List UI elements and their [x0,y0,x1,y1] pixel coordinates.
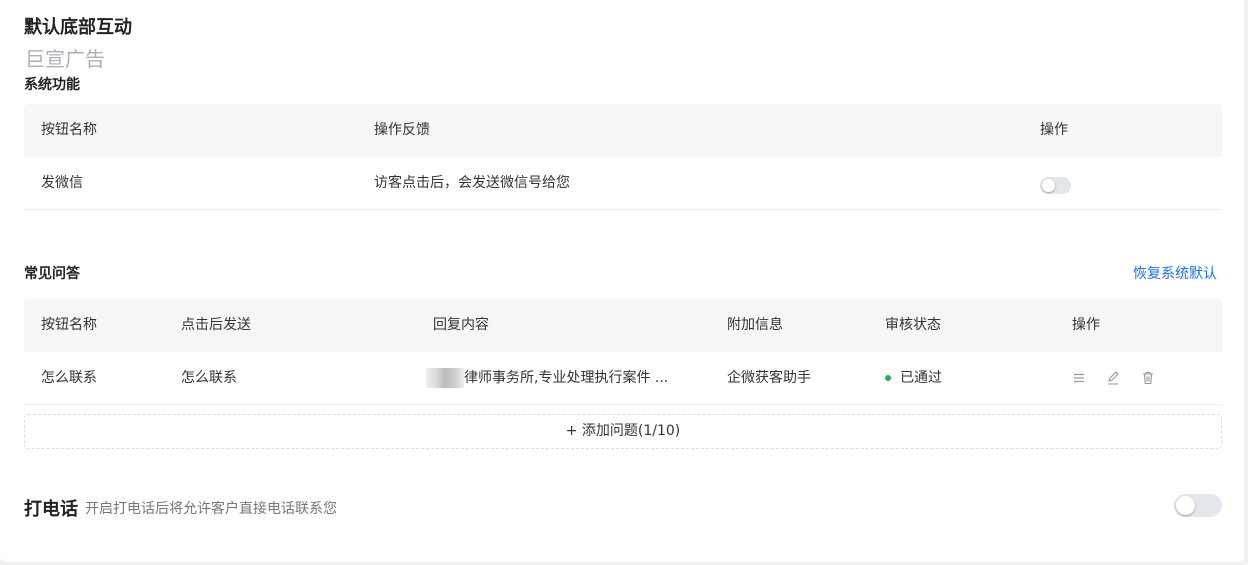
column-header: 附加信息 [727,317,783,333]
add-question-button[interactable]: + 添加问题(1/10) [24,414,1222,449]
column-header: 操作 [1040,122,1068,138]
table-row: 怎么联系 怎么联系 律师事务所,专业处理执行案件 ... 企微获客助手 已通过 [24,352,1222,405]
faq-table: 按钮名称 点击后发送 回复内容 附加信息 审核状态 操作 怎么联系 怎么联系 律… [24,299,1222,405]
system-table: 按钮名称 操作反馈 操作 发微信 访客点击后，会发送微信号给您 [24,104,1222,210]
page-subtitle: 巨宣广告 [25,47,105,71]
table-row: 发微信 访客点击后，会发送微信号给您 [24,157,1222,210]
edit-icon[interactable] [1106,371,1120,385]
column-header: 按钮名称 [41,122,97,138]
column-header: 按钮名称 [41,317,97,333]
phone-description: 开启打电话后将允许客户直接电话联系您 [85,501,337,517]
section-title-faq: 常见问答 [24,266,80,282]
extra-info: 企微获客助手 [727,370,811,386]
status-badge: 已通过 [900,370,942,386]
column-header: 操作反馈 [374,122,430,138]
column-header: 点击后发送 [181,317,251,333]
table-header: 按钮名称 操作反馈 操作 [24,104,1222,157]
table-header: 按钮名称 点击后发送 回复内容 附加信息 审核状态 操作 [24,299,1222,352]
column-header: 操作 [1072,317,1100,333]
send-text: 怎么联系 [181,370,237,386]
status-dot-icon [885,375,891,381]
reply-content: 律师事务所,专业处理执行案件 ... [464,370,669,386]
section-title-system: 系统功能 [24,77,80,93]
feedback-text: 访客点击后，会发送微信号给您 [374,175,570,191]
drag-handle-icon[interactable] [1072,371,1086,385]
button-name: 发微信 [41,175,83,191]
redacted-image [426,368,464,388]
button-name: 怎么联系 [41,370,97,386]
restore-default-link[interactable]: 恢复系统默认 [1133,263,1217,283]
column-header: 回复内容 [433,317,489,333]
delete-icon[interactable] [1141,371,1155,385]
page-title: 默认底部互动 [24,17,132,38]
column-header: 审核状态 [885,317,941,333]
settings-card: 默认底部互动 巨宣广告 系统功能 按钮名称 操作反馈 操作 发微信 访客点击后，… [0,0,1244,562]
wechat-toggle[interactable] [1040,177,1071,194]
phone-toggle[interactable] [1174,494,1222,517]
phone-title: 打电话 [24,499,78,520]
